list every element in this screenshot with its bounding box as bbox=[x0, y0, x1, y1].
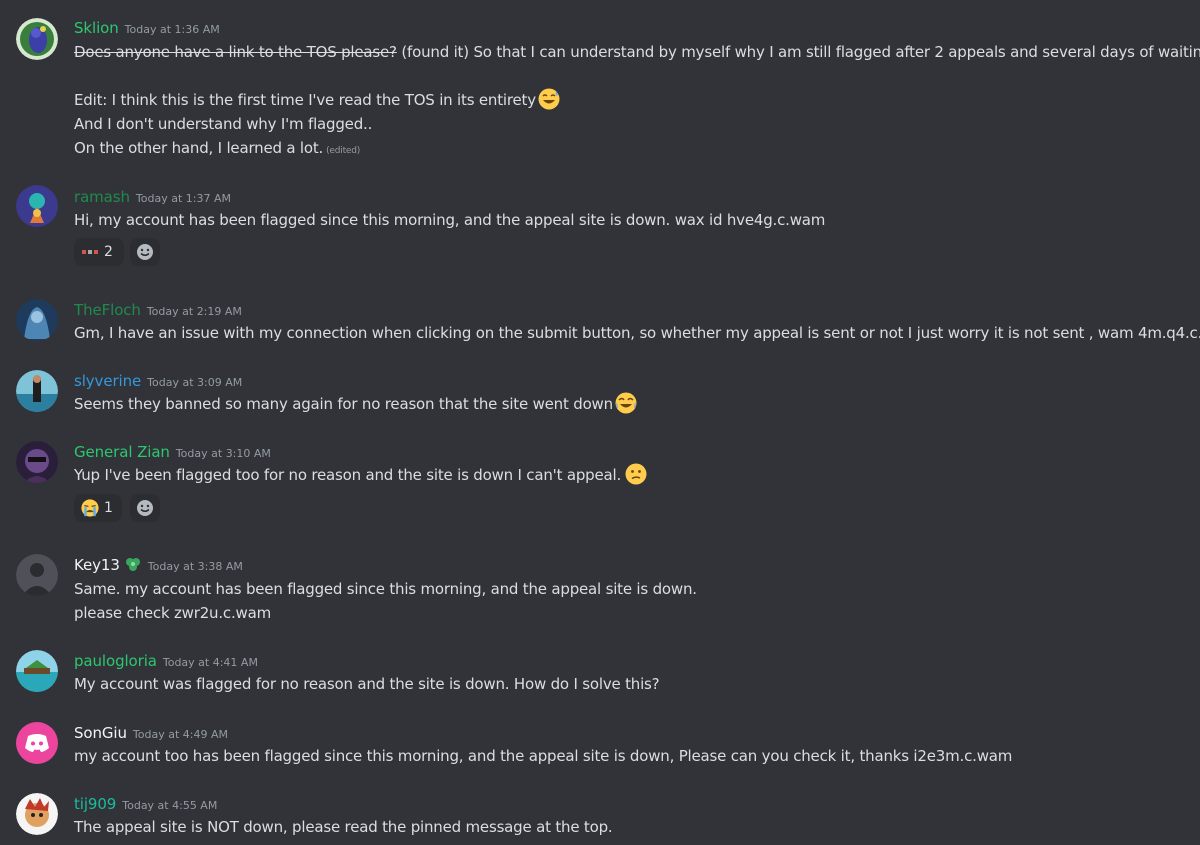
discord-logo-icon bbox=[25, 734, 49, 752]
timestamp: Today at 3:09 AM bbox=[147, 376, 243, 389]
reaction-count: 2 bbox=[104, 244, 113, 260]
message-text: And I don't understand why I'm flagged.. bbox=[74, 115, 373, 133]
timestamp: Today at 4:55 AM bbox=[122, 799, 218, 812]
message-text-line: Edit: I think this is the first time I'v… bbox=[74, 91, 536, 109]
avatar[interactable] bbox=[16, 185, 58, 227]
username[interactable]: Key13 bbox=[74, 556, 120, 574]
add-reaction-button[interactable] bbox=[130, 238, 160, 266]
custom-emoji-icon bbox=[81, 247, 99, 257]
avatar[interactable] bbox=[16, 441, 58, 483]
edited-label: (edited) bbox=[326, 146, 361, 156]
message-text: please check zwr2u.c.wam bbox=[74, 604, 272, 622]
timestamp: Today at 3:10 AM bbox=[175, 447, 271, 460]
reaction-button[interactable]: 2 bbox=[74, 238, 124, 266]
avatar[interactable] bbox=[16, 370, 58, 412]
timestamp: Today at 2:19 AM bbox=[146, 305, 242, 318]
avatar[interactable] bbox=[16, 18, 58, 60]
username[interactable]: tij909 bbox=[74, 795, 116, 813]
avatar[interactable] bbox=[16, 650, 58, 692]
message-text: My account was flagged for no reason and… bbox=[74, 675, 660, 693]
username[interactable]: SonGiu bbox=[74, 724, 127, 742]
message-text-line: Yup I've been flagged too for no reason … bbox=[74, 466, 622, 484]
message-text: On the other hand, I learned a lot. (edit… bbox=[74, 136, 360, 163]
timestamp: Today at 1:37 AM bbox=[135, 192, 231, 205]
username[interactable]: paulogloria bbox=[74, 652, 157, 670]
avatar[interactable] bbox=[16, 299, 58, 341]
message-text-rest: (found it) So that I can understand by m… bbox=[396, 43, 1200, 61]
joy-emoji[interactable] bbox=[615, 392, 637, 414]
sob-emoji bbox=[81, 499, 99, 517]
reaction-button[interactable]: 1 bbox=[74, 494, 122, 522]
message-text: Same. my account has been flagged since … bbox=[74, 580, 697, 598]
add-reaction-button[interactable] bbox=[130, 494, 160, 522]
username[interactable]: slyverine bbox=[74, 372, 141, 390]
message-text: Seems they banned so many again for no r… bbox=[74, 392, 637, 416]
username[interactable]: TheFloch bbox=[74, 301, 141, 319]
message-text: Edit: I think this is the first time I'v… bbox=[74, 88, 560, 112]
sweat-smile-emoji[interactable] bbox=[538, 88, 560, 110]
strikethrough-text: Does anyone have a link to the TOS pleas… bbox=[74, 43, 397, 61]
message-text-line: Seems they banned so many again for no r… bbox=[74, 395, 613, 413]
nitro-badge-icon[interactable] bbox=[124, 555, 142, 573]
add-reaction-icon bbox=[137, 244, 153, 260]
reaction-count: 1 bbox=[104, 500, 113, 516]
message-text: The appeal site is NOT down, please read… bbox=[74, 818, 613, 836]
message-text: my account too has been flagged since th… bbox=[74, 747, 1013, 765]
timestamp: Today at 4:41 AM bbox=[162, 656, 258, 669]
message-text-line: On the other hand, I learned a lot. bbox=[74, 139, 324, 157]
message-text: Yup I've been flagged too for no reason … bbox=[74, 463, 647, 487]
timestamp: Today at 3:38 AM bbox=[147, 560, 243, 573]
avatar[interactable] bbox=[16, 793, 58, 835]
avatar[interactable] bbox=[16, 554, 58, 596]
timestamp: Today at 1:36 AM bbox=[124, 23, 220, 36]
message-text: Gm, I have an issue with my connection w… bbox=[74, 324, 1200, 342]
confused-emoji[interactable] bbox=[625, 463, 647, 485]
username[interactable]: Sklion bbox=[74, 19, 119, 37]
message-text: Hi, my account has been flagged since th… bbox=[74, 211, 826, 229]
add-reaction-icon bbox=[137, 500, 153, 516]
timestamp: Today at 4:49 AM bbox=[132, 728, 228, 741]
username[interactable]: General Zian bbox=[74, 443, 170, 461]
avatar[interactable] bbox=[16, 722, 58, 764]
username[interactable]: ramash bbox=[74, 188, 130, 206]
message-text: Does anyone have a link to the TOS pleas… bbox=[74, 40, 1200, 64]
